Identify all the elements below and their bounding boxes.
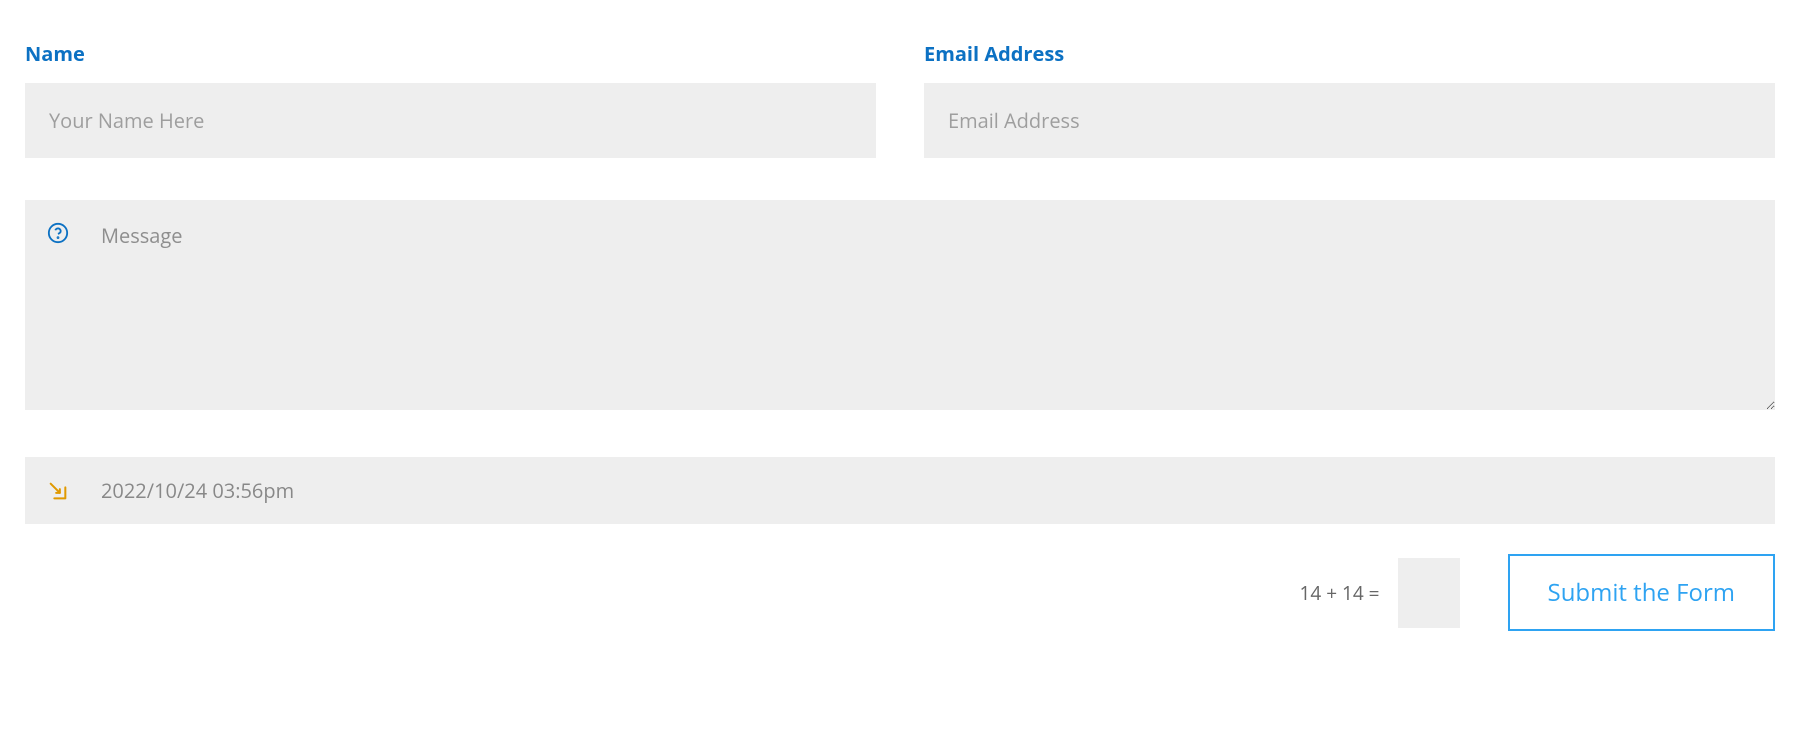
- email-input[interactable]: [924, 83, 1775, 158]
- captcha-input[interactable]: [1398, 558, 1460, 628]
- datetime-input[interactable]: [25, 457, 1775, 524]
- name-input[interactable]: [25, 83, 876, 158]
- message-textarea[interactable]: [25, 200, 1775, 410]
- email-label: Email Address: [924, 40, 1775, 67]
- submit-button[interactable]: Submit the Form: [1508, 554, 1775, 631]
- captcha-question: 14 + 14 =: [1300, 580, 1380, 606]
- name-label: Name: [25, 40, 876, 67]
